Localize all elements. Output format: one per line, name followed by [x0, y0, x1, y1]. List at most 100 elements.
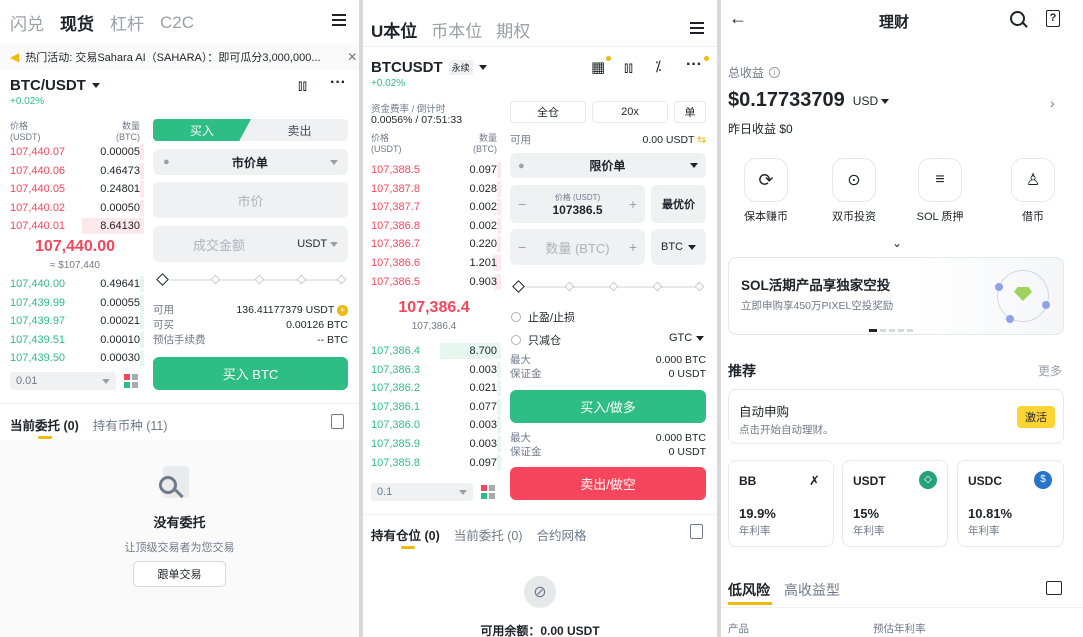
- order-type-select[interactable]: ● 限价单: [510, 153, 706, 178]
- slider-handle[interactable]: [156, 273, 169, 286]
- add-funds-icon[interactable]: +: [337, 305, 348, 316]
- ask-row[interactable]: 107,386.5 0.903: [371, 273, 501, 290]
- margin-mode-button[interactable]: 全仓: [510, 101, 586, 123]
- ask-row[interactable]: 107,440.06 0.46473: [10, 162, 144, 179]
- price-input[interactable]: 市价: [153, 182, 348, 218]
- tpsl-checkbox[interactable]: 止盈/止损: [511, 309, 575, 325]
- bid-row[interactable]: 107,440.00 0.49641: [10, 276, 144, 292]
- quantity-slider[interactable]: [512, 280, 705, 293]
- tab-convert[interactable]: 闪兑: [10, 10, 44, 35]
- buy-tab[interactable]: 买入: [153, 119, 251, 141]
- sol-staking[interactable]: ≡ SOL 质押: [910, 158, 970, 224]
- pair-selector[interactable]: BTC/USDT: [10, 77, 100, 94]
- tab-grid[interactable]: 合约网格: [537, 525, 587, 544]
- tab-open-orders[interactable]: 当前委托 (0): [454, 525, 523, 544]
- tab-spot[interactable]: 现货: [60, 10, 94, 35]
- promo-banner[interactable]: SOL活期产品享独家空投 立即申购享450万PIXEL空投奖励: [728, 257, 1064, 335]
- pair-selector[interactable]: BTCUSDT 永续: [371, 59, 487, 76]
- sell-short-button[interactable]: 卖出/做空: [510, 467, 706, 500]
- bid-row[interactable]: 107,386.4 8.700: [371, 343, 501, 359]
- tif-select[interactable]: GTC: [669, 332, 705, 344]
- bid-row[interactable]: 107,439.99 0.00055: [10, 294, 144, 311]
- tab-usdm[interactable]: U本位: [371, 17, 417, 42]
- announcement-banner[interactable]: ◀ 热门活动: 交易Sahara AI（SAHARA）：即可瓜分3,000,00…: [0, 44, 359, 70]
- bid-row[interactable]: 107,439.51 0.00010: [10, 331, 144, 348]
- calendar-icon[interactable]: [1046, 581, 1062, 595]
- quantity-input[interactable]: − 数量 (BTC) +: [510, 229, 645, 265]
- orderbook-layout-icon[interactable]: [481, 485, 495, 499]
- minus-button[interactable]: −: [518, 196, 526, 212]
- plus-button[interactable]: +: [629, 239, 637, 255]
- bid-row[interactable]: 107,386.2 0.021: [371, 380, 501, 397]
- product-card-usdt[interactable]: USDT ◇ 15% 年利率: [842, 460, 948, 547]
- chevron-right-icon[interactable]: ›: [1050, 95, 1055, 111]
- sell-tab[interactable]: 卖出: [251, 122, 348, 139]
- info-icon[interactable]: i: [769, 67, 781, 78]
- help-icon[interactable]: ?: [1046, 10, 1060, 27]
- bid-row[interactable]: 107,386.1 0.077: [371, 398, 501, 415]
- tab-high-yield[interactable]: 高收益型: [784, 580, 840, 600]
- ask-row[interactable]: 107,387.8 0.028: [371, 180, 501, 197]
- ask-row[interactable]: 107,440.07 0.00005: [10, 144, 144, 160]
- menu-icon[interactable]: [690, 19, 704, 37]
- tab-margin[interactable]: 杠杆: [110, 10, 144, 35]
- ask-row[interactable]: 107,440.02 0.00050: [10, 199, 144, 216]
- copy-trading-button[interactable]: 跟单交易: [133, 561, 226, 587]
- more-link[interactable]: 更多: [1038, 362, 1062, 379]
- slider-handle[interactable]: [512, 280, 525, 293]
- candlestick-icon[interactable]: ⫾⫾: [624, 59, 633, 76]
- leverage-button[interactable]: 20x: [592, 101, 668, 123]
- order-history-icon[interactable]: [690, 524, 703, 539]
- ask-row[interactable]: 107,440.05 0.24801: [10, 181, 144, 198]
- transfer-icon[interactable]: ⇆: [697, 134, 706, 146]
- minus-button[interactable]: −: [518, 239, 526, 255]
- amount-unit[interactable]: USDT: [297, 238, 338, 250]
- close-icon[interactable]: ✕: [347, 50, 357, 64]
- best-price-button[interactable]: 最优价: [651, 185, 706, 223]
- more-icon[interactable]: ···: [686, 56, 702, 74]
- tab-coinm[interactable]: 币本位: [431, 17, 482, 42]
- menu-icon[interactable]: [332, 11, 346, 29]
- buy-long-button[interactable]: 买入/做多: [510, 390, 706, 423]
- orderbook-layout-icon[interactable]: [124, 374, 138, 388]
- loan[interactable]: ♙ 借币: [1003, 158, 1063, 224]
- ask-row[interactable]: 107,386.6 1.201: [371, 255, 501, 271]
- ask-row[interactable]: 107,440.01 8.64130: [10, 218, 144, 235]
- bid-row[interactable]: 107,385.9 0.003: [371, 436, 501, 452]
- buy-btc-button[interactable]: 买入 BTC: [153, 357, 348, 390]
- amount-slider[interactable]: [156, 273, 347, 286]
- amount-input[interactable]: 成交金额 USDT: [153, 226, 348, 262]
- order-type-select[interactable]: ● 市价单: [153, 149, 348, 175]
- auto-invest-card[interactable]: 自动申购 点击开始自动理财。 激活: [728, 389, 1064, 444]
- reduce-only-checkbox[interactable]: 只减仓: [511, 332, 561, 348]
- bid-row[interactable]: 107,386.3 0.003: [371, 361, 501, 378]
- quantity-unit-select[interactable]: BTC: [651, 229, 706, 265]
- tab-low-risk[interactable]: 低风险: [728, 580, 770, 600]
- tab-holdings[interactable]: 持有币种 (11): [93, 415, 168, 434]
- price-input[interactable]: − 价格 (USDT) 107386.5 +: [510, 185, 645, 223]
- more-icon[interactable]: ···: [330, 74, 346, 92]
- bid-row[interactable]: 107,439.50 0.00030: [10, 350, 144, 367]
- ask-row[interactable]: 107,386.8 0.002: [371, 217, 501, 234]
- precision-select[interactable]: 0.01: [10, 372, 116, 390]
- plus-button[interactable]: +: [629, 196, 637, 212]
- calculator-icon[interactable]: ⁒: [655, 58, 661, 75]
- ask-row[interactable]: 107,387.7 0.002: [371, 199, 501, 216]
- precision-select[interactable]: 0.1: [371, 483, 473, 501]
- candlestick-icon[interactable]: ⫾⫾: [298, 77, 307, 94]
- bid-row[interactable]: 107,386.0 0.003: [371, 417, 501, 434]
- tab-open-orders[interactable]: 当前委托 (0): [10, 415, 79, 434]
- gift-icon[interactable]: ▦: [591, 58, 605, 76]
- principal-protected[interactable]: ⟳ 保本赚币: [736, 158, 796, 224]
- position-mode-button[interactable]: 单: [674, 101, 706, 123]
- activate-button[interactable]: 激活: [1017, 406, 1055, 428]
- order-history-icon[interactable]: [331, 414, 344, 429]
- bid-row[interactable]: 107,385.8 0.097: [371, 454, 501, 471]
- expand-chevron-icon[interactable]: ⌄: [892, 236, 902, 250]
- tab-options[interactable]: 期权: [496, 17, 530, 42]
- ask-row[interactable]: 107,388.5 0.097: [371, 162, 501, 178]
- tab-c2c[interactable]: C2C: [160, 13, 194, 33]
- tab-positions[interactable]: 持有仓位 (0): [371, 525, 440, 544]
- ask-row[interactable]: 107,386.7 0.220: [371, 236, 501, 253]
- product-card-usdc[interactable]: USDC $ 10.81% 年利率: [957, 460, 1064, 547]
